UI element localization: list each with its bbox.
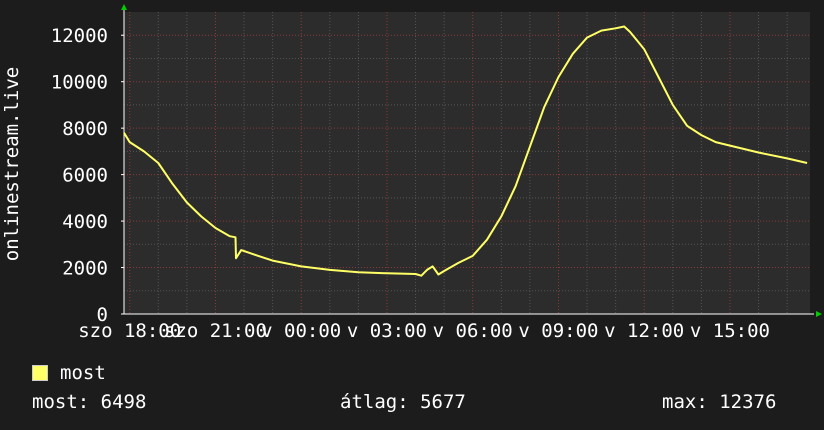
y-tick-label: 2000 bbox=[62, 258, 108, 280]
x-tick-label: v 03:00 bbox=[347, 320, 427, 342]
y-axis-label: onlinestream.live bbox=[1, 67, 23, 261]
plot-area bbox=[124, 12, 810, 314]
legend-label: most bbox=[60, 362, 106, 384]
x-tick-label: v 12:00 bbox=[604, 320, 684, 342]
x-tick-label: v 06:00 bbox=[433, 320, 513, 342]
x-tick-label: szo 21:00 bbox=[164, 320, 267, 342]
stat-max: max: 12376 bbox=[662, 391, 777, 413]
y-tick-label: 8000 bbox=[62, 118, 108, 140]
y-tick-label: 12000 bbox=[51, 25, 108, 47]
y-tick-label: 4000 bbox=[62, 211, 108, 233]
x-tick-label: v 00:00 bbox=[261, 320, 341, 342]
stat-average: átlag: 5677 bbox=[340, 391, 466, 413]
x-tick-label: v 09:00 bbox=[518, 320, 598, 342]
y-axis-arrow bbox=[121, 4, 127, 10]
y-tick-label: 10000 bbox=[51, 72, 108, 94]
x-tick-label: v 15:00 bbox=[690, 320, 770, 342]
legend: most bbox=[32, 362, 106, 384]
x-axis-arrow bbox=[816, 311, 822, 317]
stat-current: most: 6498 bbox=[32, 391, 147, 413]
y-tick-label: 6000 bbox=[62, 165, 108, 187]
legend-swatch-most bbox=[32, 365, 48, 381]
chart: 020004000600080001000012000szo 18:00szo … bbox=[1, 4, 822, 342]
